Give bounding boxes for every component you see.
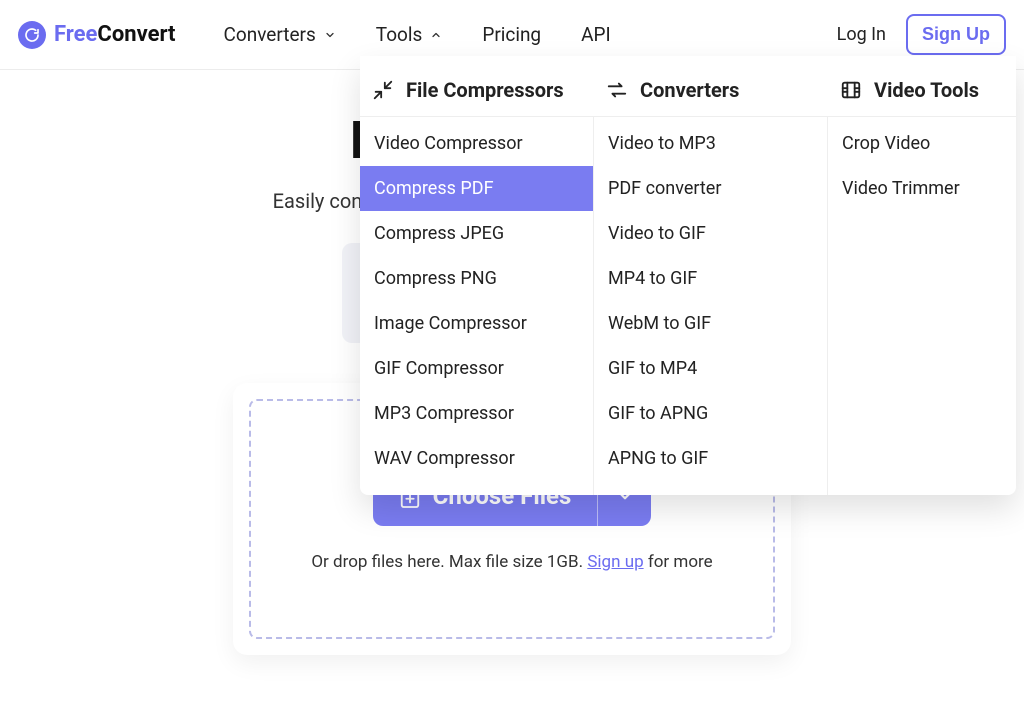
mega-menu-item[interactable]: WAV Compressor bbox=[360, 436, 593, 481]
mega-col-title-label: Converters bbox=[640, 78, 739, 102]
converters-icon bbox=[606, 79, 628, 101]
mega-menu-item[interactable]: Compress JPEG bbox=[360, 211, 593, 256]
nav-converters[interactable]: Converters bbox=[224, 23, 336, 46]
nav-tools[interactable]: Tools bbox=[376, 23, 443, 46]
login-link[interactable]: Log In bbox=[837, 24, 886, 45]
mega-menu-item[interactable]: Crop Video bbox=[828, 121, 1016, 166]
mega-menu-item[interactable]: Video to GIF bbox=[594, 211, 827, 256]
compress-icon bbox=[372, 79, 394, 101]
mega-menu-item[interactable]: Compress PNG bbox=[360, 256, 593, 301]
mega-col-title-compressors: File Compressors bbox=[372, 78, 606, 102]
mega-col-title-video-tools: Video Tools bbox=[840, 78, 1004, 102]
mega-menu-item[interactable]: APNG to GIF bbox=[594, 436, 827, 481]
nav-api[interactable]: API bbox=[581, 23, 611, 46]
dropzone-signup-link[interactable]: Sign up bbox=[587, 552, 643, 572]
mega-menu-item[interactable]: Video to MP3 bbox=[594, 121, 827, 166]
dropzone-hint-post: for more bbox=[644, 552, 713, 572]
nav-api-label: API bbox=[581, 23, 611, 46]
dropzone-hint: Or drop files here. Max file size 1GB. S… bbox=[311, 552, 712, 572]
signup-button[interactable]: Sign Up bbox=[906, 14, 1006, 55]
mega-menu-column: Video to MP3PDF converterVideo to GIFMP4… bbox=[594, 117, 828, 495]
mega-menu-item[interactable]: Video Compressor bbox=[360, 121, 593, 166]
mega-col-title-label: Video Tools bbox=[874, 78, 979, 102]
mega-menu-body: Video CompressorCompress PDFCompress JPE… bbox=[360, 117, 1016, 495]
chevron-down-icon bbox=[324, 29, 336, 41]
mega-menu-item[interactable]: WebM to GIF bbox=[594, 301, 827, 346]
mega-menu-item[interactable]: GIF to MP4 bbox=[594, 346, 827, 391]
brand-text: FreeConvert bbox=[54, 22, 176, 47]
main-nav: Converters Tools Pricing API bbox=[224, 23, 611, 46]
auth-area: Log In Sign Up bbox=[837, 14, 1006, 55]
mega-menu-column: Video CompressorCompress PDFCompress JPE… bbox=[360, 117, 594, 495]
mega-col-title-label: File Compressors bbox=[406, 78, 564, 102]
mega-col-title-converters: Converters bbox=[606, 78, 840, 102]
mega-menu-item[interactable]: Image Compressor bbox=[360, 301, 593, 346]
mega-menu-item[interactable]: MP4 to GIF bbox=[594, 256, 827, 301]
mega-menu-item[interactable]: PDF converter bbox=[594, 166, 827, 211]
nav-converters-label: Converters bbox=[224, 23, 316, 46]
chevron-up-icon bbox=[430, 29, 442, 41]
brand-mark-icon bbox=[18, 21, 46, 49]
mega-menu-item[interactable]: GIF Compressor bbox=[360, 346, 593, 391]
mega-menu-item[interactable]: GIF to APNG bbox=[594, 391, 827, 436]
brand-logo[interactable]: FreeConvert bbox=[18, 21, 176, 49]
mega-menu-column: Crop VideoVideo Trimmer bbox=[828, 117, 1016, 495]
mega-menu-header: File Compressors Converters Video Tools bbox=[360, 56, 1016, 117]
nav-pricing[interactable]: Pricing bbox=[482, 23, 541, 46]
dropzone-hint-pre: Or drop files here. Max file size 1GB. bbox=[311, 552, 587, 572]
mega-menu-item[interactable]: MP3 Compressor bbox=[360, 391, 593, 436]
mega-menu-item[interactable]: Video Trimmer bbox=[828, 166, 1016, 211]
nav-tools-label: Tools bbox=[376, 23, 423, 46]
nav-pricing-label: Pricing bbox=[482, 23, 541, 46]
video-tools-icon bbox=[840, 79, 862, 101]
tools-mega-menu: File Compressors Converters Video Tools … bbox=[360, 56, 1016, 495]
mega-menu-item[interactable]: Compress PDF bbox=[360, 166, 593, 211]
